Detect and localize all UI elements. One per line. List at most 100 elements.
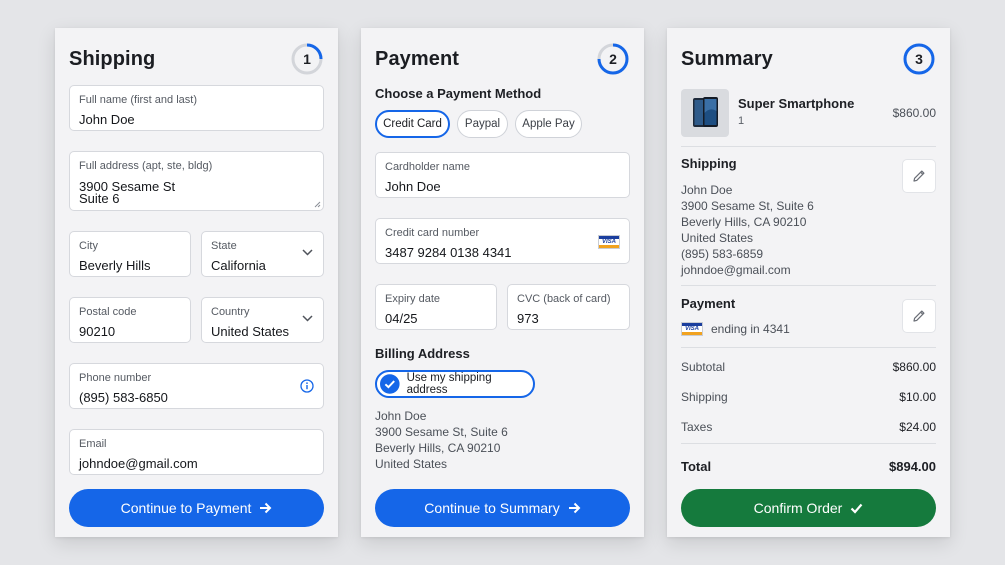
cvc-field[interactable]: CVC (back of card) 973 bbox=[507, 284, 630, 330]
cardholder-label: Cardholder name bbox=[385, 161, 470, 173]
confirm-order-button[interactable]: Confirm Order bbox=[681, 489, 936, 527]
shipping-cost-label: Shipping bbox=[681, 390, 728, 404]
shipping-line: johndoe@gmail.com bbox=[681, 263, 791, 277]
step-number: 2 bbox=[609, 51, 617, 67]
visa-card-icon: VISA bbox=[681, 322, 703, 336]
use-shipping-address-checkbox[interactable]: Use my shipping address bbox=[375, 370, 535, 398]
phone-field[interactable]: Phone number (895) 583-6850 bbox=[69, 363, 324, 409]
card-number-field[interactable]: Credit card number 3487 9284 0138 4341 V… bbox=[375, 218, 630, 264]
address-line2: Suite 6 bbox=[79, 191, 120, 206]
billing-line: Beverly Hills, CA 90210 bbox=[375, 441, 501, 455]
method-credit-card-label: Credit Card bbox=[383, 118, 442, 130]
step-indicator-3: 3 bbox=[902, 42, 936, 76]
shipping-cost-row: Shipping $10.00 bbox=[681, 390, 936, 404]
check-circle-icon bbox=[380, 374, 400, 394]
method-paypal[interactable]: Paypal bbox=[457, 110, 508, 138]
total-label: Total bbox=[681, 459, 712, 474]
method-credit-card[interactable]: Credit Card bbox=[375, 110, 450, 138]
state-label: State bbox=[211, 240, 237, 252]
method-paypal-label: Paypal bbox=[464, 118, 501, 130]
step-number: 1 bbox=[303, 51, 311, 67]
country-label: Country bbox=[211, 306, 250, 318]
city-value: Beverly Hills bbox=[79, 258, 151, 273]
divider bbox=[681, 347, 936, 348]
cvc-label: CVC (back of card) bbox=[517, 293, 611, 305]
payment-method-summary: VISA ending in 4341 bbox=[681, 322, 790, 336]
billing-line: 3900 Sesame St, Suite 6 bbox=[375, 425, 508, 439]
summary-title: Summary bbox=[681, 48, 773, 70]
state-select[interactable]: State California bbox=[201, 231, 324, 277]
confirm-order-label: Confirm Order bbox=[753, 500, 843, 516]
visa-card-brand: VISA bbox=[684, 326, 699, 332]
shipping-title: Shipping bbox=[69, 48, 156, 70]
method-apple-pay[interactable]: Apple Pay bbox=[515, 110, 582, 138]
cardholder-value: John Doe bbox=[385, 179, 441, 194]
cardholder-field[interactable]: Cardholder name John Doe bbox=[375, 152, 630, 198]
step-number: 3 bbox=[915, 51, 923, 67]
resize-handle-icon[interactable] bbox=[314, 201, 321, 208]
divider bbox=[681, 443, 936, 444]
shipping-line: John Doe bbox=[681, 183, 733, 197]
billing-address-heading: Billing Address bbox=[375, 346, 470, 361]
continue-to-payment-button[interactable]: Continue to Payment bbox=[69, 489, 324, 527]
step-indicator-1: 1 bbox=[290, 42, 324, 76]
taxes-value: $24.00 bbox=[899, 420, 936, 434]
step-indicator-2: 2 bbox=[596, 42, 630, 76]
continue-to-summary-button[interactable]: Continue to Summary bbox=[375, 489, 630, 527]
edit-payment-button[interactable] bbox=[902, 299, 936, 333]
billing-address-text: John Doe 3900 Sesame St, Suite 6 Beverly… bbox=[375, 408, 508, 472]
shipping-line: United States bbox=[681, 231, 754, 245]
expiry-label: Expiry date bbox=[385, 293, 441, 305]
city-field[interactable]: City Beverly Hills bbox=[69, 231, 191, 277]
shipping-line: Beverly Hills, CA 90210 bbox=[681, 215, 807, 229]
cvc-value: 973 bbox=[517, 311, 539, 326]
email-label: Email bbox=[79, 438, 107, 450]
card-number-label: Credit card number bbox=[385, 227, 480, 239]
continue-to-summary-label: Continue to Summary bbox=[424, 500, 560, 516]
summary-shipping-heading: Shipping bbox=[681, 156, 737, 171]
expiry-field[interactable]: Expiry date 04/25 bbox=[375, 284, 497, 330]
subtotal-value: $860.00 bbox=[892, 360, 936, 374]
fullname-label: Full name (first and last) bbox=[79, 94, 197, 106]
phone-value: (895) 583-6850 bbox=[79, 390, 168, 405]
address-label: Full address (apt, ste, bldg) bbox=[79, 160, 213, 172]
smartphone-image-icon bbox=[693, 97, 718, 127]
postal-field[interactable]: Postal code 90210 bbox=[69, 297, 191, 343]
subtotal-row: Subtotal $860.00 bbox=[681, 360, 936, 374]
payment-method-heading: Choose a Payment Method bbox=[375, 86, 542, 101]
expiry-value: 04/25 bbox=[385, 311, 418, 326]
info-icon[interactable] bbox=[300, 379, 314, 393]
email-field[interactable]: Email johndoe@gmail.com bbox=[69, 429, 324, 475]
fullname-value: John Doe bbox=[79, 112, 135, 127]
product-name: Super Smartphone bbox=[738, 96, 855, 111]
country-select[interactable]: Country United States bbox=[201, 297, 324, 343]
checkmark-icon bbox=[851, 503, 863, 514]
fullname-field[interactable]: Full name (first and last) John Doe bbox=[69, 85, 324, 131]
summary-payment-heading: Payment bbox=[681, 296, 736, 311]
card-ending-text: ending in 4341 bbox=[711, 322, 790, 336]
subtotal-label: Subtotal bbox=[681, 360, 726, 374]
taxes-row: Taxes $24.00 bbox=[681, 420, 936, 434]
arrow-right-icon bbox=[568, 502, 581, 514]
shipping-line: 3900 Sesame St, Suite 6 bbox=[681, 199, 814, 213]
method-apple-pay-label: Apple Pay bbox=[522, 118, 575, 130]
product-quantity: 1 bbox=[738, 115, 745, 127]
billing-line: United States bbox=[375, 457, 448, 471]
edit-shipping-button[interactable] bbox=[902, 159, 936, 193]
address-field[interactable]: Full address (apt, ste, bldg) 3900 Sesam… bbox=[69, 151, 324, 211]
email-value: johndoe@gmail.com bbox=[79, 456, 198, 471]
postal-label: Postal code bbox=[79, 306, 137, 318]
card-number-value: 3487 9284 0138 4341 bbox=[385, 245, 512, 260]
pencil-icon bbox=[913, 310, 925, 322]
chevron-down-icon bbox=[302, 315, 313, 322]
arrow-right-icon bbox=[260, 502, 272, 514]
chevron-down-icon bbox=[302, 249, 313, 256]
shipping-panel: Shipping 1 Full name (first and last) Jo… bbox=[55, 28, 338, 537]
summary-shipping-address: John Doe 3900 Sesame St, Suite 6 Beverly… bbox=[681, 182, 814, 278]
state-value: California bbox=[211, 258, 266, 273]
phone-label: Phone number bbox=[79, 372, 152, 384]
total-value: $894.00 bbox=[889, 459, 936, 474]
city-label: City bbox=[79, 240, 98, 252]
divider bbox=[681, 285, 936, 286]
billing-line: John Doe bbox=[375, 409, 427, 423]
